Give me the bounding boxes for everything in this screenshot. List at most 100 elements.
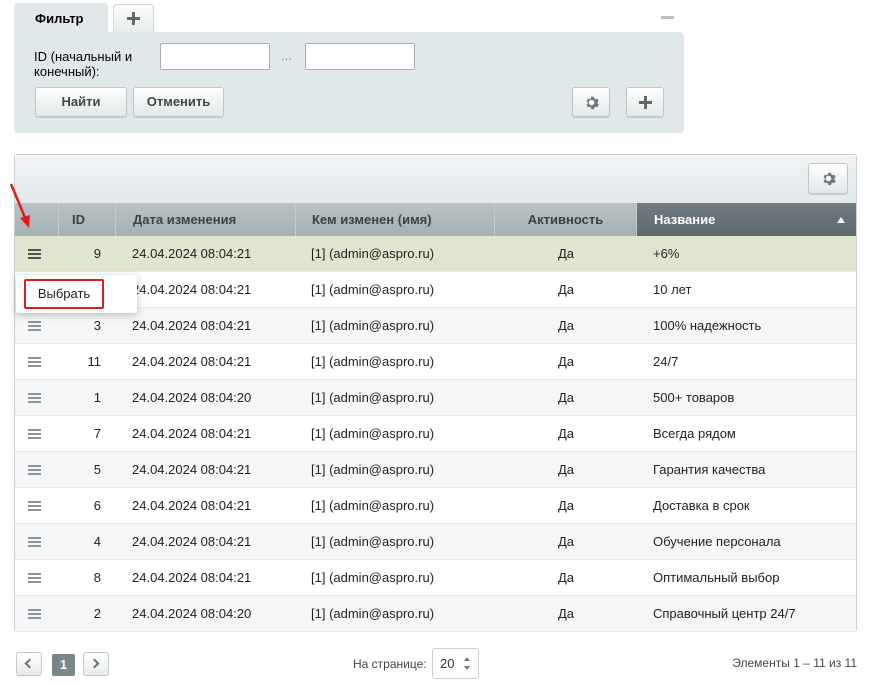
cell-name: 10 лет (653, 282, 692, 297)
column-header-id[interactable]: ID (59, 203, 116, 236)
row-menu-icon[interactable] (28, 249, 41, 259)
row-action-menu: Выбрать (16, 275, 137, 313)
cell-name: Справочный центр 24/7 (653, 606, 796, 621)
per-page-label: На странице: (353, 657, 427, 671)
table-row[interactable]: 6 24.04.2024 08:04:21 [1] (admin@aspro.ru)… (15, 488, 856, 524)
grid-toolbar (15, 155, 856, 203)
row-menu-icon[interactable] (28, 393, 41, 403)
current-page-button[interactable]: 1 (52, 654, 75, 676)
row-menu-icon[interactable] (28, 429, 41, 439)
total-elements-label: Элементы 1 – 11 из 11 (732, 656, 857, 670)
cell-id: 2 (93, 606, 101, 621)
table-row[interactable]: 4 24.04.2024 08:04:21 [1] (admin@aspro.ru)… (15, 524, 856, 560)
minimize-filter-icon[interactable] (661, 16, 674, 19)
cell-id: 11 (87, 354, 102, 369)
id-to-input[interactable] (305, 43, 415, 70)
cell-modified-by: [1] (admin@aspro.ru) (311, 426, 435, 441)
cell-date: 24.04.2024 08:04:21 (132, 426, 252, 441)
cell-name: Обучение персонала (653, 534, 781, 549)
red-arrow-annotation-icon (9, 183, 30, 228)
cell-active: Да (557, 426, 575, 441)
add-filter-field-button[interactable] (626, 87, 664, 117)
select-menu-item[interactable]: Выбрать (24, 279, 104, 309)
add-filter-tab-button[interactable] (113, 4, 154, 32)
table-row[interactable]: 8 24.04.2024 08:04:21 [1] (admin@aspro.ru)… (15, 560, 856, 596)
column-header-name[interactable]: Название (637, 203, 856, 236)
cell-active: Да (557, 282, 575, 297)
cell-id: 4 (93, 534, 101, 549)
cell-name: 500+ товаров (653, 390, 735, 405)
cell-name: Всегда рядом (653, 426, 736, 441)
row-menu-icon[interactable] (28, 321, 41, 331)
cell-date: 24.04.2024 08:04:21 (132, 282, 252, 297)
chevron-left-icon (24, 658, 35, 669)
filter-settings-button[interactable] (572, 87, 610, 117)
table-row[interactable]: 1 24.04.2024 08:04:20 [1] (admin@aspro.ru)… (15, 380, 856, 416)
column-header-modified-by[interactable]: Кем изменен (имя) (296, 203, 495, 236)
cell-id: 6 (93, 498, 101, 513)
grid-header: ID Дата изменения Кем изменен (имя) Акти… (15, 203, 856, 236)
cell-active: Да (557, 390, 575, 405)
sort-ascending-icon (837, 217, 845, 223)
plus-icon (127, 12, 140, 25)
cell-date: 24.04.2024 08:04:21 (132, 534, 252, 549)
cancel-button[interactable]: Отменить (133, 87, 224, 117)
gear-icon (586, 96, 599, 109)
filter-tab-label: Фильтр (35, 11, 84, 26)
column-header-name-label: Название (654, 212, 716, 227)
cell-active: Да (557, 462, 575, 477)
cell-date: 24.04.2024 08:04:20 (132, 606, 252, 621)
cell-date: 24.04.2024 08:04:20 (132, 390, 252, 405)
row-menu-icon[interactable] (28, 357, 41, 367)
previous-page-button[interactable] (16, 652, 42, 676)
cell-id: 5 (93, 462, 101, 477)
cell-active: Да (557, 606, 575, 621)
cell-id: 7 (93, 426, 101, 441)
column-header-active[interactable]: Активность (495, 203, 637, 236)
cell-id: 9 (93, 246, 101, 261)
table-row[interactable]: 1024.04.2024 08:04:21[1] (admin@aspro.ru… (15, 272, 856, 308)
select-arrows-icon (464, 657, 471, 670)
table-row[interactable]: 7 24.04.2024 08:04:21 [1] (admin@aspro.ru)… (15, 416, 856, 452)
table-row[interactable]: 5 24.04.2024 08:04:21 [1] (admin@aspro.ru)… (15, 452, 856, 488)
cell-id: 1 (93, 390, 101, 405)
cell-active: Да (557, 318, 575, 333)
table-row[interactable]: 9 24.04.2024 08:04:21 [1] (admin@aspro.ru)… (15, 236, 856, 272)
table-row[interactable]: 11 24.04.2024 08:04:21 [1] (admin@aspro.ru… (15, 344, 856, 380)
id-from-input[interactable] (160, 43, 270, 70)
next-page-button[interactable] (83, 652, 109, 676)
cell-date: 24.04.2024 08:04:21 (132, 246, 252, 261)
grid-settings-button[interactable] (808, 163, 848, 194)
cell-modified-by: [1] (admin@aspro.ru) (311, 354, 435, 369)
cell-date: 24.04.2024 08:04:21 (132, 498, 252, 513)
cell-id: 3 (93, 318, 101, 333)
cell-modified-by: [1] (admin@aspro.ru) (311, 390, 435, 405)
cell-name: +6% (653, 246, 680, 261)
per-page-value: 20 (440, 656, 455, 671)
range-separator: ... (281, 48, 292, 63)
cell-modified-by: [1] (admin@aspro.ru) (311, 534, 435, 549)
table-row[interactable]: 3 24.04.2024 08:04:21 [1] (admin@aspro.ru)… (15, 308, 856, 344)
cell-name: 100% надежность (653, 318, 762, 333)
row-menu-icon[interactable] (28, 609, 41, 619)
find-button[interactable]: Найти (35, 87, 127, 117)
cell-date: 24.04.2024 08:04:21 (132, 570, 252, 585)
cell-active: Да (557, 570, 575, 585)
row-menu-icon[interactable] (28, 537, 41, 547)
row-menu-icon[interactable] (28, 501, 41, 511)
cell-name: Доставка в срок (653, 498, 750, 513)
cell-modified-by: [1] (admin@aspro.ru) (311, 462, 435, 477)
filter-panel: ID (начальный и конечный): ... Найти Отм… (14, 32, 684, 133)
column-header-date[interactable]: Дата изменения (116, 203, 296, 236)
row-menu-icon[interactable] (28, 465, 41, 475)
elements-grid: ID Дата изменения Кем изменен (имя) Акти… (14, 154, 857, 632)
gear-icon (823, 172, 836, 186)
cell-date: 24.04.2024 08:04:21 (132, 318, 252, 333)
per-page-select[interactable]: 20 (432, 648, 479, 679)
cell-id: 8 (93, 570, 101, 585)
cell-modified-by: [1] (admin@aspro.ru) (311, 318, 435, 333)
table-row[interactable]: 2 24.04.2024 08:04:20 [1] (admin@aspro.ru)… (15, 596, 856, 632)
cell-name: 24/7 (653, 354, 679, 369)
cell-date: 24.04.2024 08:04:21 (132, 354, 252, 369)
row-menu-icon[interactable] (28, 573, 41, 583)
